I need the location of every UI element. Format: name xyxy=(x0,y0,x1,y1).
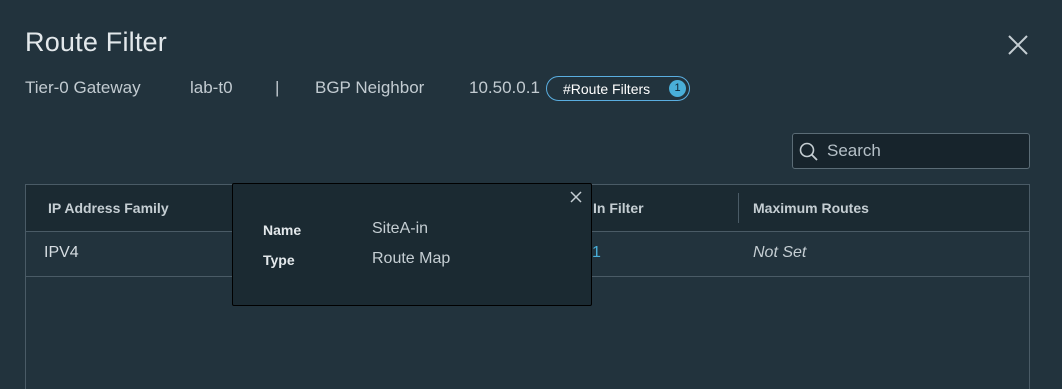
search-box[interactable] xyxy=(792,133,1030,169)
neighbor-ip: 10.50.0.1 xyxy=(469,78,540,97)
route-filters-pill[interactable]: #Route Filters 1 xyxy=(546,76,690,101)
route-filters-count-badge: 1 xyxy=(669,80,686,97)
breadcrumb-separator: | xyxy=(275,78,280,97)
close-icon[interactable] xyxy=(1006,33,1030,57)
column-header-in-filter[interactable]: In Filter xyxy=(593,200,644,216)
gateway-name: lab-t0 xyxy=(190,78,233,97)
cell-ip-family: IPV4 xyxy=(44,244,79,261)
popover-type-value: Route Map xyxy=(372,250,451,267)
cell-in-filter-link[interactable]: 1 xyxy=(592,244,601,262)
modal-title: Route Filter xyxy=(25,27,167,57)
popover-type-label: Type xyxy=(263,252,295,268)
popover-name-value: SiteA-in xyxy=(372,220,429,237)
cell-max-routes: Not Set xyxy=(753,244,807,261)
column-separator[interactable] xyxy=(738,193,739,223)
route-filter-modal: Route Filter Tier-0 Gateway lab-t0 | BGP… xyxy=(0,0,1062,389)
neighbor-type: BGP Neighbor xyxy=(315,78,425,97)
gateway-type: Tier-0 Gateway xyxy=(25,78,141,97)
popover-name-label: Name xyxy=(263,222,302,238)
search-input[interactable] xyxy=(827,134,1023,168)
search-icon xyxy=(799,142,819,162)
filter-detail-popover: Name SiteA-in Type Route Map xyxy=(232,183,592,306)
close-icon[interactable] xyxy=(569,190,583,204)
column-header-max-routes[interactable]: Maximum Routes xyxy=(753,200,869,216)
column-header-ip-family[interactable]: IP Address Family xyxy=(48,200,169,216)
route-filters-label: #Route Filters xyxy=(563,81,651,97)
